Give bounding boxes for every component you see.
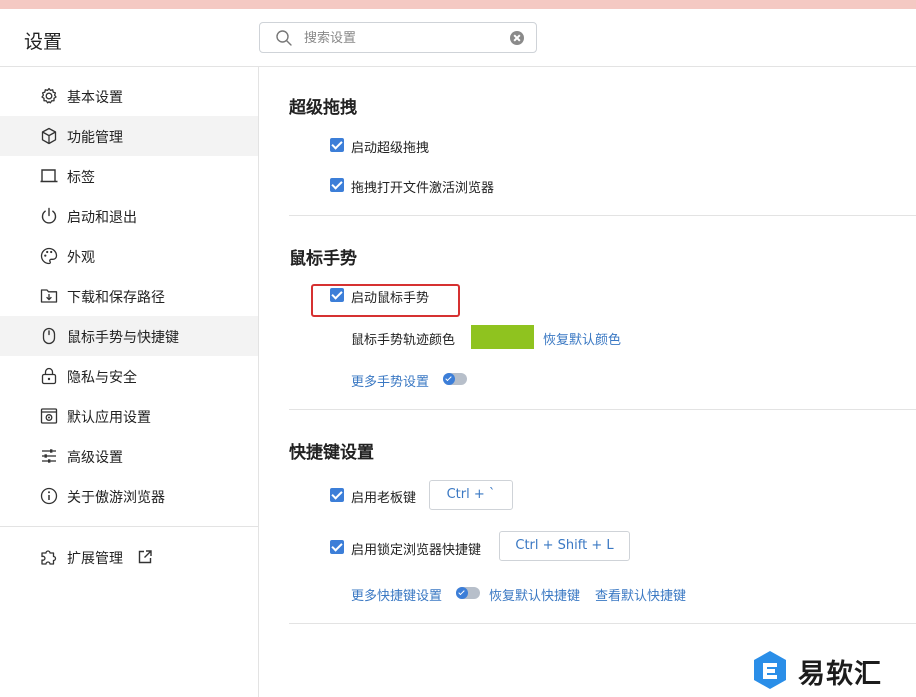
trail-color-label: 鼠标手势轨迹颜色 (351, 333, 456, 348)
sidebar-divider (0, 526, 258, 527)
window-top-strip (0, 0, 916, 9)
checkbox-lock-browser-key[interactable] (330, 540, 344, 554)
sidebar-item-label: 高级设置 (67, 450, 123, 466)
cube-icon (41, 127, 57, 145)
watermark-text: 易软汇 (798, 659, 882, 690)
sidebar-item-label: 扩展管理 (67, 551, 123, 567)
section-divider (289, 623, 916, 624)
sidebar-item-label: 关于傲游浏览器 (67, 490, 165, 506)
sidebar-item-startup[interactable]: 启动和退出 (0, 196, 258, 236)
sidebar-item-label: 下载和保存路径 (67, 290, 165, 306)
sidebar-item-default-apps[interactable]: 默认应用设置 (0, 396, 258, 436)
option-label: 拖拽打开文件激活浏览器 (351, 181, 495, 196)
section-title-shortcuts: 快捷键设置 (289, 443, 374, 463)
option-label: 启动超级拖拽 (351, 141, 430, 156)
section-title-super-drag: 超级拖拽 (289, 98, 357, 118)
toggle-knob (456, 587, 468, 599)
info-icon (40, 487, 58, 505)
boss-key-input[interactable]: Ctrl + ` (429, 480, 513, 510)
brand-logo-icon (754, 651, 786, 689)
search-icon (276, 30, 292, 46)
clear-search-icon[interactable] (510, 31, 524, 45)
sidebar-item-features[interactable]: 功能管理 (0, 116, 258, 156)
sidebar-item-label: 功能管理 (67, 130, 123, 146)
download-folder-icon (40, 289, 58, 303)
default-app-icon (40, 408, 58, 424)
tab-icon (40, 169, 58, 183)
settings-content: 超级拖拽 启动超级拖拽 拖拽打开文件激活浏览器 鼠标手势 启动鼠标手势 鼠标手势… (259, 67, 916, 697)
sidebar-item-label: 启动和退出 (67, 210, 137, 226)
power-icon (41, 207, 57, 224)
option-label: 启用锁定浏览器快捷键 (351, 543, 482, 558)
search-box[interactable] (259, 22, 537, 53)
sidebar-item-advanced[interactable]: 高级设置 (0, 436, 258, 476)
gesture-toggle[interactable] (443, 373, 467, 385)
settings-header: 设置 (0, 9, 916, 67)
sidebar-item-about[interactable]: 关于傲游浏览器 (0, 476, 258, 516)
toggle-knob (443, 373, 455, 385)
sidebar-item-mouse-shortcuts[interactable]: 鼠标手势与快捷键 (0, 316, 258, 356)
external-link-icon[interactable] (137, 549, 153, 565)
search-input[interactable] (304, 28, 494, 48)
sidebar-item-tabs[interactable]: 标签 (0, 156, 258, 196)
sidebar-item-privacy[interactable]: 隐私与安全 (0, 356, 258, 396)
sidebar-item-extensions[interactable]: 扩展管理 (0, 537, 258, 577)
sidebar-item-label: 默认应用设置 (67, 410, 151, 426)
section-divider (289, 215, 916, 216)
restore-default-shortcuts-link[interactable]: 恢复默认快捷键 (489, 585, 580, 604)
lock-icon (41, 367, 57, 385)
checkbox-boss-key[interactable] (330, 488, 344, 502)
sidebar-item-downloads[interactable]: 下载和保存路径 (0, 276, 258, 316)
more-shortcut-settings-link[interactable]: 更多快捷键设置 (351, 585, 442, 604)
sidebar-item-label: 外观 (67, 250, 95, 266)
checkbox-enable-mouse-gesture[interactable] (330, 288, 344, 302)
trail-color-swatch[interactable] (471, 325, 534, 349)
shortcut-toggle[interactable] (456, 587, 480, 599)
more-gesture-settings-link[interactable]: 更多手势设置 (351, 371, 429, 390)
lock-key-input[interactable]: Ctrl + Shift + L (499, 531, 630, 561)
restore-default-color-link[interactable]: 恢复默认颜色 (543, 329, 621, 348)
sidebar-item-appearance[interactable]: 外观 (0, 236, 258, 276)
section-title-mouse-gesture: 鼠标手势 (289, 249, 357, 269)
sidebar-item-label: 标签 (67, 170, 95, 186)
mouse-icon (42, 327, 56, 345)
option-label: 启动鼠标手势 (351, 291, 430, 306)
checkbox-drag-open-activate[interactable] (330, 178, 344, 192)
sidebar-item-label: 鼠标手势与快捷键 (67, 330, 179, 346)
section-divider (289, 409, 916, 410)
sidebar-item-label: 隐私与安全 (67, 370, 137, 386)
watermark: 易软汇 (750, 648, 916, 694)
sidebar-item-basic[interactable]: 基本设置 (0, 76, 258, 116)
sliders-icon (42, 449, 56, 463)
view-default-shortcuts-link[interactable]: 查看默认快捷键 (595, 585, 686, 604)
sidebar-item-label: 基本设置 (67, 90, 123, 106)
checkbox-enable-super-drag[interactable] (330, 138, 344, 152)
settings-sidebar: 基本设置 功能管理 标签 启动和退出 外观 下载和保存路径 鼠标手势与快捷键 隐… (0, 67, 259, 697)
palette-icon (40, 247, 58, 265)
option-label: 启用老板键 (351, 491, 417, 506)
page-title: 设置 (24, 31, 63, 53)
puzzle-icon (41, 550, 57, 565)
gear-icon (41, 87, 57, 104)
